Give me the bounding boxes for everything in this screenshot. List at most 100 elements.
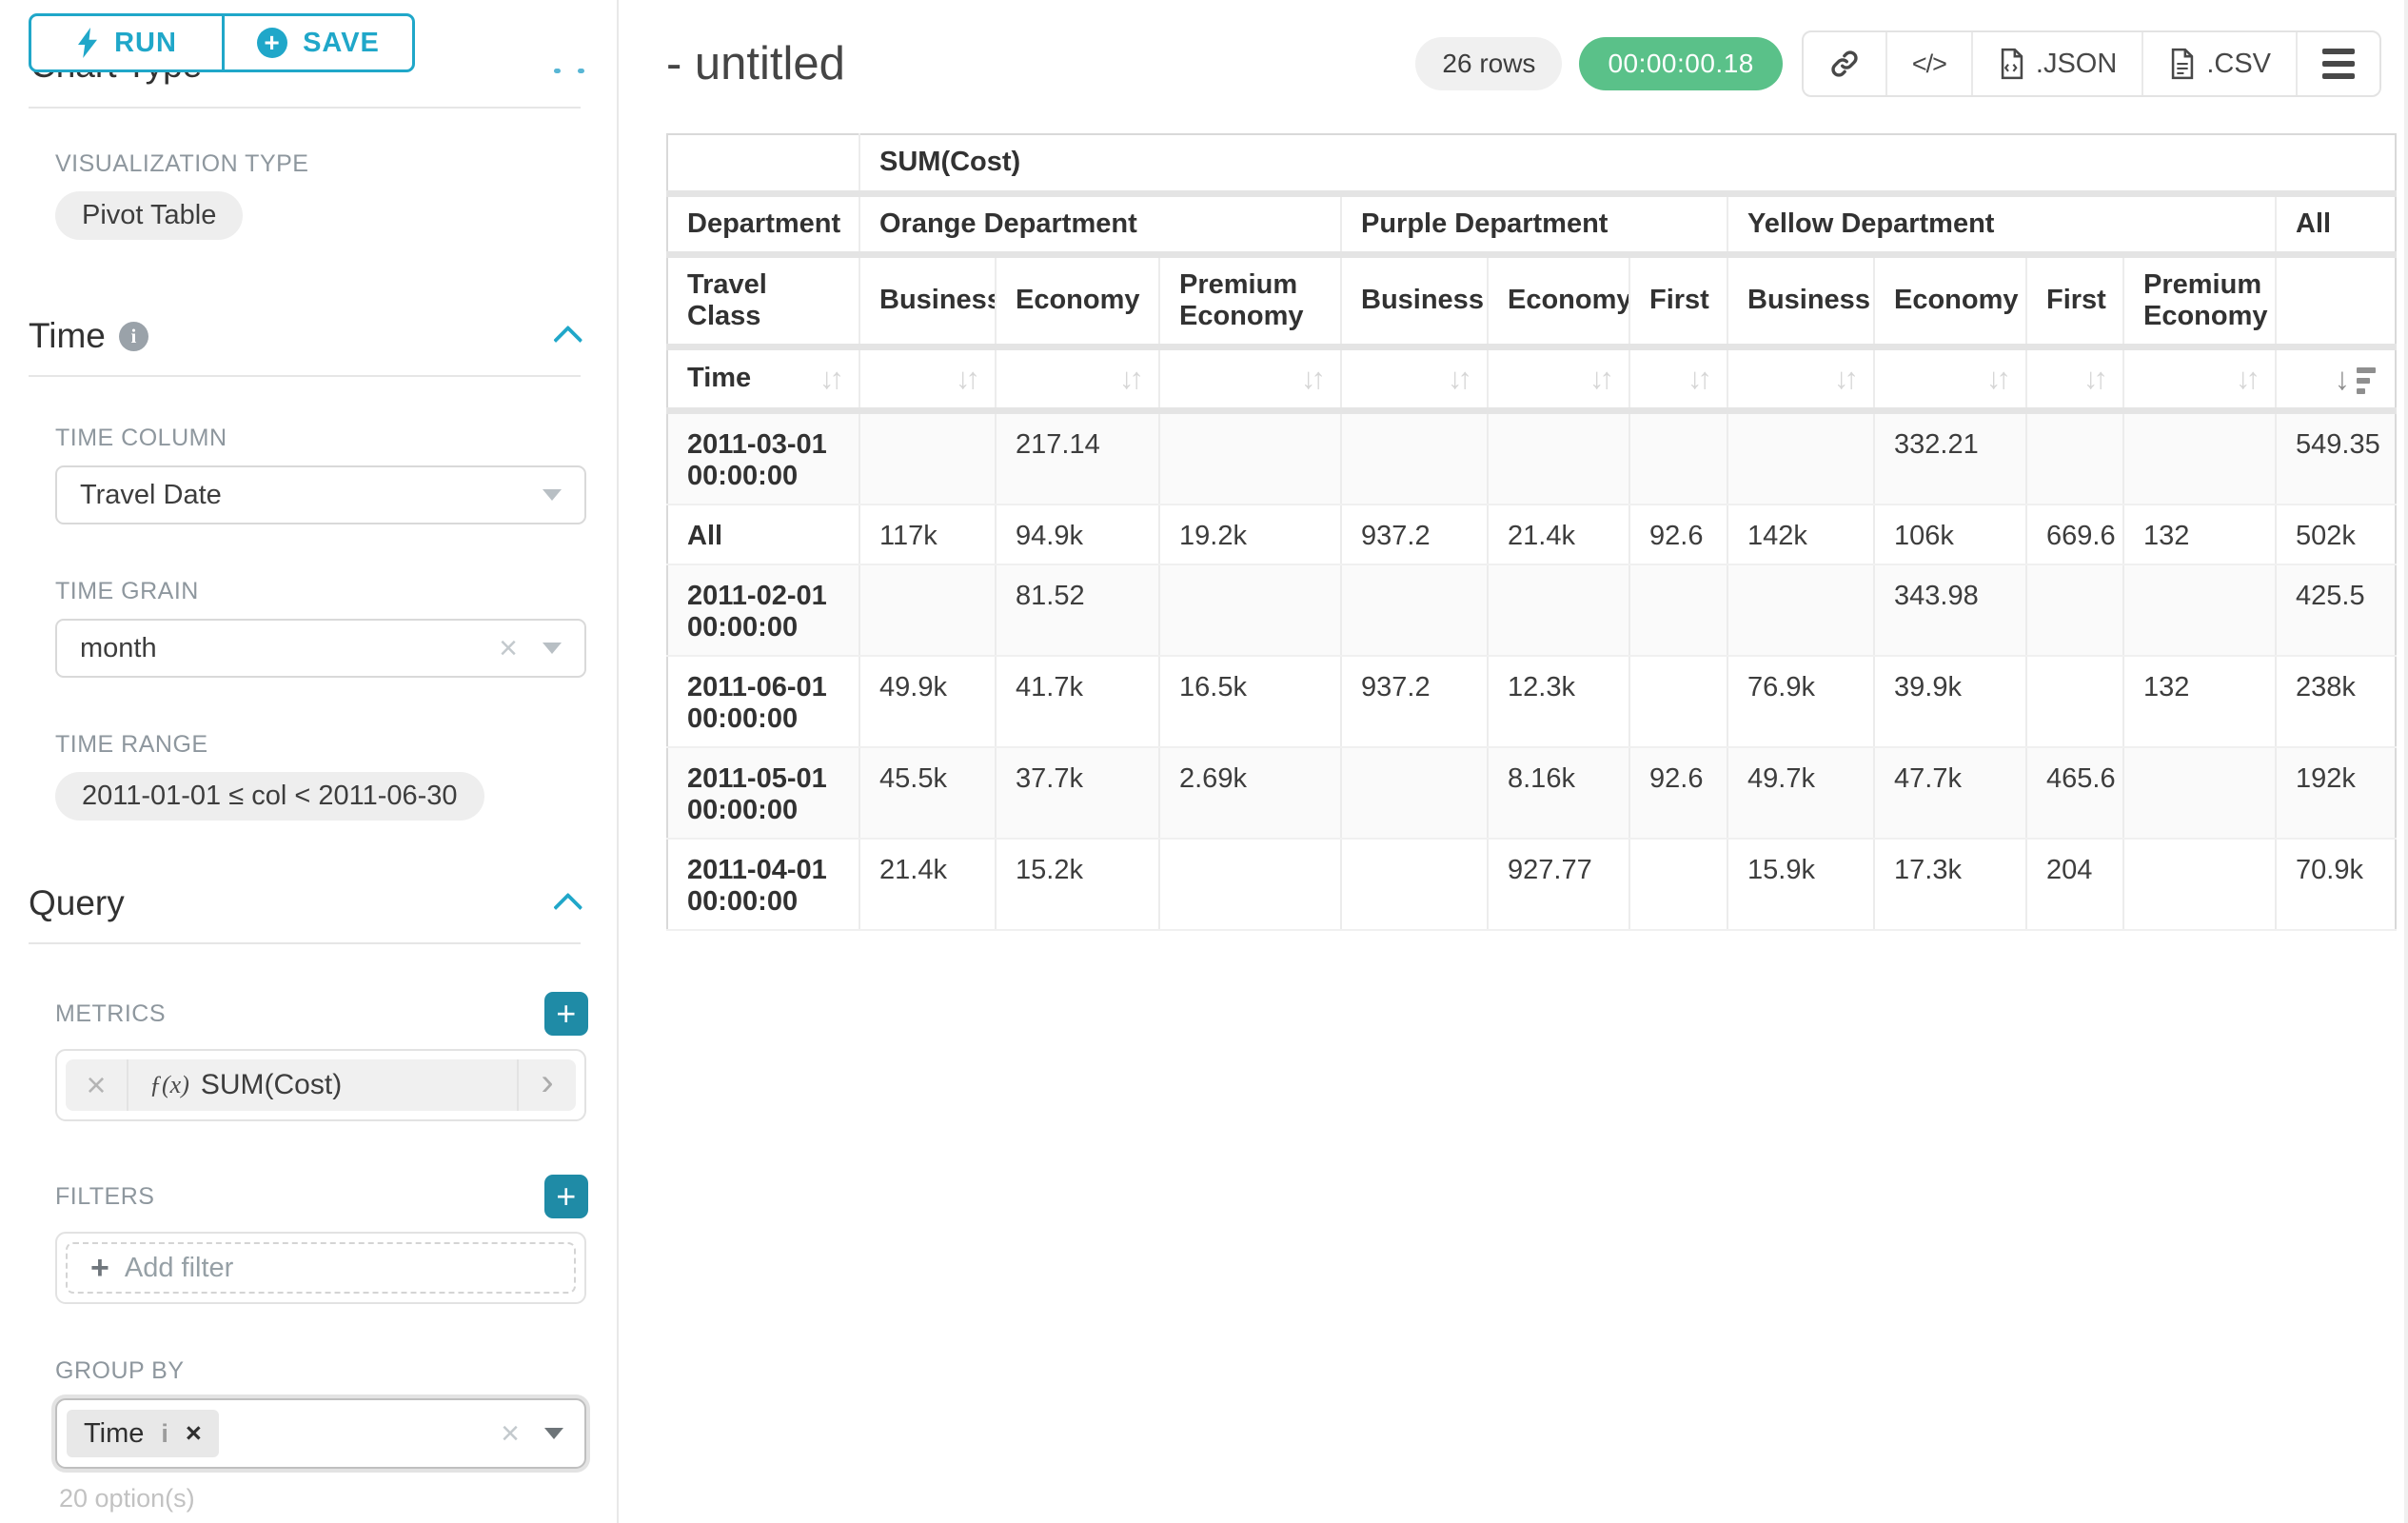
pivot-value-cell — [2026, 564, 2123, 656]
row-header-cell: 2011-03-01 00:00:00 — [667, 410, 859, 504]
chevron-down-icon[interactable] — [544, 1428, 563, 1439]
pivot-value-cell — [1159, 410, 1341, 504]
chevron-up-icon[interactable] — [553, 893, 582, 922]
col-header: First — [1629, 254, 1727, 346]
plus-icon: + — [90, 1252, 109, 1284]
table-row: 2011-02-01 00:00:0081.52343.98425.5 — [667, 564, 2396, 656]
chevron-down-icon[interactable] — [543, 643, 562, 654]
pivot-table: SUM(Cost) Department Orange Department P… — [666, 133, 2397, 931]
sort-toggle-icon[interactable]: ↓↑ — [1301, 362, 1321, 396]
remove-tag-icon[interactable]: × — [186, 1420, 202, 1448]
metrics-box: × ƒ(x) SUM(Cost) › — [55, 1049, 586, 1121]
metric-pill[interactable]: × ƒ(x) SUM(Cost) › — [66, 1059, 576, 1111]
pivot-value-cell: 502k — [2276, 504, 2396, 564]
pivot-value-cell: 937.2 — [1341, 504, 1488, 564]
tag-label: Time — [84, 1418, 144, 1450]
chart-header: - untitled 26 rows 00:00:00.18 </> — [666, 0, 2381, 105]
pivot-value-cell — [1341, 564, 1488, 656]
sort-toggle-icon[interactable]: ↓↑ — [2236, 362, 2256, 396]
clear-icon[interactable]: × — [501, 1417, 520, 1450]
time-range-pill[interactable]: 2011-01-01 ≤ col < 2011-06-30 — [55, 772, 484, 821]
sort-toggle-icon[interactable]: ↓↑ — [1589, 362, 1609, 396]
export-json-button[interactable]: .JSON — [1971, 32, 2142, 95]
row-header-cell: All — [667, 504, 859, 564]
col-header: Premium Economy — [2123, 254, 2276, 346]
chart-title[interactable]: - untitled — [666, 37, 845, 90]
sort-toggle-icon[interactable]: ↓↑ — [819, 362, 839, 396]
view-query-button[interactable]: </> — [1885, 32, 1971, 95]
time-grain-label: TIME GRAIN — [55, 578, 588, 605]
add-filter-plus-button[interactable]: + — [544, 1175, 588, 1218]
chevron-up-icon[interactable] — [553, 326, 582, 355]
pane-resize-handle[interactable] — [554, 69, 584, 73]
metric-main[interactable]: ƒ(x) SUM(Cost) — [128, 1059, 517, 1111]
csv-file-icon — [2168, 48, 2197, 80]
export-csv-button[interactable]: .CSV — [2142, 32, 2296, 95]
pivot-value-cell: 92.6 — [1629, 747, 1727, 839]
pivot-value-cell: 937.2 — [1341, 656, 1488, 747]
pivot-value-cell: 142k — [1727, 504, 1874, 564]
col-header: Economy — [1874, 254, 2026, 346]
travel-class-header-row: Travel Class Business Economy Premium Ec… — [667, 254, 2396, 346]
more-menu-button[interactable] — [2296, 32, 2379, 95]
time-grain-select[interactable]: month × — [55, 619, 586, 678]
query-timer-badge: 00:00:00.18 — [1579, 37, 1782, 90]
clear-icon[interactable]: × — [499, 632, 518, 664]
group-by-select[interactable]: Time i × × — [55, 1398, 586, 1469]
query-section-title: Query — [29, 883, 125, 923]
panel-top: Chart Type RUN + SAVE — [29, 0, 586, 109]
pivot-table-container: SUM(Cost) Department Orange Department P… — [666, 133, 2381, 931]
sort-toggle-icon[interactable]: ↓↑ — [956, 362, 976, 396]
viz-type-pill[interactable]: Pivot Table — [55, 191, 243, 240]
sort-toggle-icon[interactable]: ↓↑ — [2083, 362, 2103, 396]
corner-cell — [667, 134, 859, 193]
time-axis-label: Time — [687, 363, 751, 394]
run-button[interactable]: RUN — [31, 16, 222, 69]
export-button-group: </> .JSON .CSV — [1802, 30, 2381, 97]
col-header: Business — [859, 254, 996, 346]
chart-header-actions: 26 rows 00:00:00.18 </> — [1415, 30, 2381, 97]
pivot-value-cell: 17.3k — [1874, 839, 2026, 930]
add-filter-button[interactable]: + Add filter — [66, 1242, 576, 1294]
save-button[interactable]: + SAVE — [222, 16, 412, 69]
group-by-tag-time[interactable]: Time i × — [67, 1410, 219, 1457]
time-column-select[interactable]: Travel Date — [55, 465, 586, 524]
table-row: 2011-04-01 00:00:0021.4k15.2k927.7715.9k… — [667, 839, 2396, 930]
pivot-value-cell — [2123, 564, 2276, 656]
code-icon: </> — [1912, 49, 1946, 79]
remove-metric-icon[interactable]: × — [66, 1059, 128, 1111]
add-metric-button[interactable]: + — [544, 992, 588, 1036]
pivot-value-cell — [859, 564, 996, 656]
metrics-label-text: METRICS — [55, 1000, 166, 1028]
pivot-value-cell — [2123, 839, 2276, 930]
col-group-all: All — [2276, 193, 2396, 254]
sort-toggle-icon[interactable]: ↓↑ — [1119, 362, 1139, 396]
pivot-value-cell — [2026, 656, 2123, 747]
pivot-value-cell: 2.69k — [1159, 747, 1341, 839]
pivot-value-cell: 549.35 — [2276, 410, 2396, 504]
sort-toggle-icon[interactable]: ↓↑ — [1986, 362, 2006, 396]
sort-toggle-icon[interactable]: ↓↑ — [1834, 362, 1854, 396]
pivot-value-cell — [1341, 839, 1488, 930]
time-sort-cell: Time ↓↑ — [667, 346, 859, 410]
info-icon: i — [119, 322, 148, 351]
chevron-right-icon[interactable]: › — [517, 1059, 576, 1111]
pivot-value-cell — [1341, 410, 1488, 504]
row-header-cell: 2011-06-01 00:00:00 — [667, 656, 859, 747]
sort-toggle-icon[interactable]: ↓↑ — [1448, 362, 1468, 396]
col-header: Economy — [1488, 254, 1629, 346]
copy-link-button[interactable] — [1804, 32, 1885, 95]
pivot-value-cell: 92.6 — [1629, 504, 1727, 564]
pivot-value-cell — [1629, 564, 1727, 656]
sort-toggle-icon[interactable]: ↓↑ — [1688, 362, 1707, 396]
sort-desc-icon[interactable]: ↓ — [2335, 363, 2377, 394]
time-range-label: TIME RANGE — [55, 731, 588, 759]
pivot-value-cell: 332.21 — [1874, 410, 2026, 504]
pivot-value-cell — [1727, 410, 1874, 504]
pivot-value-cell: 927.77 — [1488, 839, 1629, 930]
pivot-value-cell: 465.6 — [2026, 747, 2123, 839]
pivot-value-cell: 21.4k — [1488, 504, 1629, 564]
chevron-down-icon[interactable] — [543, 489, 562, 501]
group-by-label: GROUP BY — [55, 1357, 588, 1385]
metrics-label: METRICS + — [55, 992, 588, 1036]
